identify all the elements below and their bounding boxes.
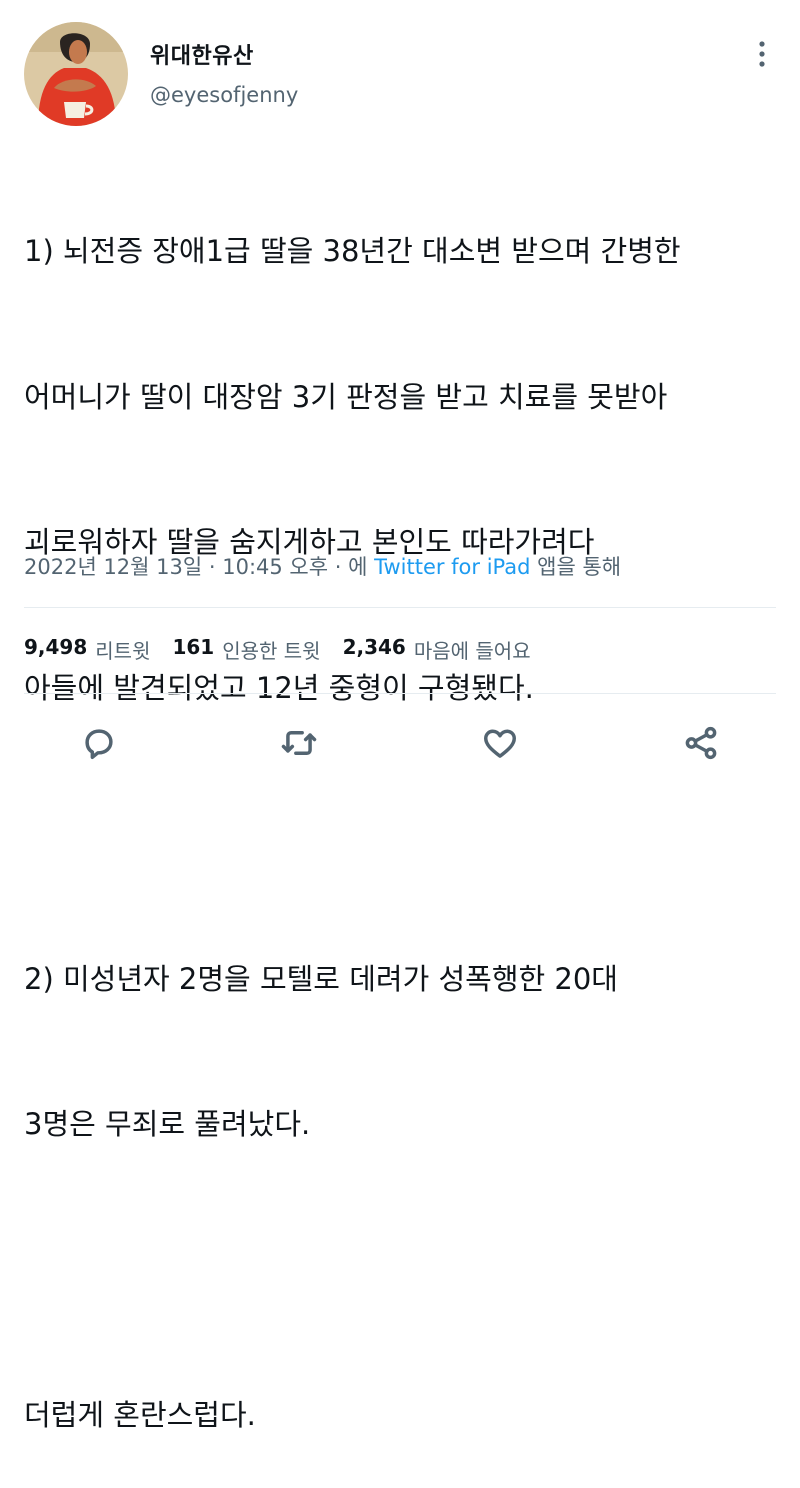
meta-separator: · [202, 555, 223, 579]
share-button[interactable] [678, 720, 724, 766]
likes-stat[interactable]: 2,346 마음에 들어요 [343, 635, 531, 664]
retweet-button[interactable] [276, 720, 322, 766]
avatar[interactable] [24, 22, 128, 126]
quotes-count: 161 [172, 635, 215, 659]
retweets-label: 리트윗 [95, 639, 151, 663]
retweets-count: 9,498 [24, 635, 88, 659]
tweet-line: 어머니가 딸이 대장암 3기 판정을 받고 치료를 못받아 [24, 379, 668, 414]
author-display-name[interactable]: 위대한유산 [150, 38, 254, 70]
likes-count: 2,346 [342, 635, 406, 659]
tweet-line: 아들에 발견되었고 12년 중형이 구형됐다. [24, 670, 534, 705]
tweet-line: 1) 뇌전증 장애1급 딸을 38년간 대소변 받으며 간병한 [24, 234, 681, 268]
divider [24, 693, 776, 694]
tweet-line: 더럽게 혼란스럽다. [24, 1398, 256, 1432]
like-button[interactable] [477, 720, 523, 766]
meta-separator: · 에 [328, 555, 375, 579]
tweet-line: 2) 미성년자 2명을 모텔로 데려가 성폭행한 20대 [24, 961, 618, 996]
heart-icon [484, 729, 516, 758]
divider [24, 607, 776, 608]
reply-icon [85, 729, 113, 759]
share-icon [685, 726, 717, 760]
tweet-source-link[interactable]: Twitter for iPad [374, 555, 530, 579]
tweet-time[interactable]: 10:45 오후 [222, 555, 328, 579]
reply-button[interactable] [76, 720, 122, 766]
tweet-line: 3명은 무죄로 풀려났다. [24, 1107, 311, 1141]
tweet-stats: 9,498 리트윗 161 인용한 트윗 2,346 마음에 들어요 [24, 635, 531, 664]
author-handle[interactable]: @eyesofjenny [150, 83, 298, 107]
tweet-meta: 2022년 12월 13일 · 10:45 오후 · 에 Twitter for… [24, 551, 621, 581]
tweet-date[interactable]: 2022년 12월 13일 [24, 555, 202, 579]
profile-avatar-painting-icon [24, 22, 128, 126]
retweets-stat[interactable]: 9,498 리트윗 [24, 635, 150, 664]
likes-label: 마음에 들어요 [413, 639, 531, 663]
tweet-text: 1) 뇌전증 장애1급 딸을 38년간 대소변 받으며 간병한 어머니가 딸이 … [24, 130, 784, 1488]
quote-tweets-stat[interactable]: 161 인용한 트윗 [172, 635, 320, 664]
meta-suffix: 앱을 통해 [530, 555, 622, 579]
quotes-label: 인용한 트윗 [222, 639, 321, 663]
more-options-icon[interactable] [744, 36, 780, 72]
retweet-icon [281, 730, 317, 756]
